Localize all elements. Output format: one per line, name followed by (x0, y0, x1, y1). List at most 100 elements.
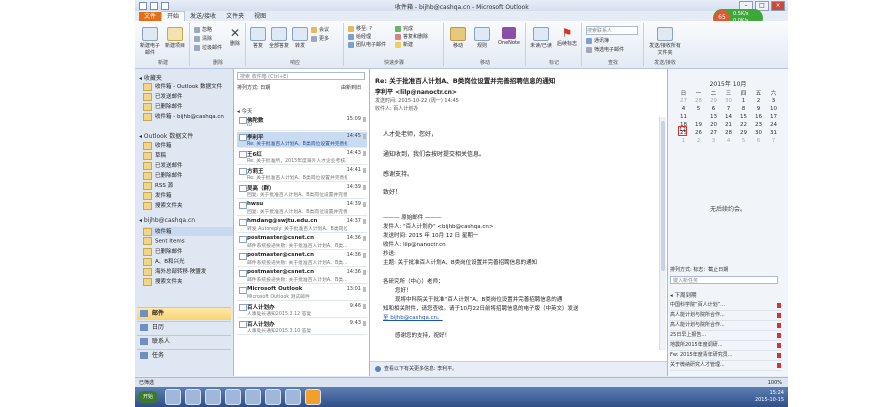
tab-view[interactable]: 视图 (249, 12, 271, 21)
reading-scrollbar[interactable] (659, 117, 666, 350)
flag-icon[interactable] (363, 236, 366, 241)
flag-icon[interactable] (777, 343, 781, 348)
task-item[interactable]: 地震所2015年度调研... (670, 341, 782, 351)
calendar-day[interactable]: 12 (678, 126, 687, 136)
quote-body-link[interactable]: 至 bijhb@cashqa.cn。 (383, 313, 443, 321)
nav-contacts[interactable]: 联系人 (137, 335, 231, 348)
quick-step-reply-delete[interactable]: 答复和删除 (395, 33, 428, 40)
move-button[interactable]: 移动 (447, 27, 469, 49)
folder-item[interactable]: 草稿 (143, 151, 166, 160)
message-row[interactable]: 百人计划办 人事处长通知2015.3.10 答复 9:43 (237, 319, 367, 335)
folder-item[interactable]: 搜索文件夹 (143, 277, 183, 286)
quick-step-move[interactable]: 移至: ? (348, 25, 372, 32)
folder-item[interactable]: 已发送邮件 (143, 92, 183, 101)
scroll-thumb[interactable] (661, 121, 665, 271)
folder-item[interactable]: 搜索文件夹 (143, 201, 183, 210)
nav-calendar[interactable]: 日历 (137, 321, 231, 334)
flag-icon[interactable] (363, 185, 366, 190)
calendar-day[interactable]: 11 (676, 113, 691, 121)
nav-tasks[interactable]: 任务 (137, 349, 231, 362)
ie-icon[interactable] (165, 389, 181, 405)
calendar-day[interactable]: 7 (721, 105, 736, 113)
follow-up-button[interactable]: ⚑ 后续标志 (555, 27, 579, 47)
calendar-day[interactable]: 6 (751, 137, 766, 145)
folder-item[interactable]: 已删除邮件 (143, 102, 183, 111)
clean-up-button[interactable]: 清除 (194, 35, 212, 42)
calendar-day[interactable]: 4 (721, 137, 736, 145)
search-input[interactable]: 搜索 收件箱 (Ctrl+E) (237, 72, 365, 80)
folder-item[interactable]: Sent Items (143, 237, 185, 245)
flag-icon[interactable] (363, 151, 366, 156)
quick-step-team[interactable]: 团队电子邮件 (348, 41, 386, 48)
sort-header[interactable]: 排列方式: 日期 由新到旧 (237, 84, 365, 91)
calendar-day[interactable]: 5 (736, 137, 751, 145)
task-item[interactable]: 25日早上报告... (670, 331, 782, 341)
folder-item[interactable]: 收件箱 - Outlook 数据文件 (143, 82, 222, 91)
people-pane[interactable]: 查看以下有关更多信息: 李利平。 (370, 361, 667, 376)
flag-icon[interactable] (777, 303, 781, 308)
pst-header[interactable]: ◂ Outlook 数据文件 (139, 131, 193, 140)
recipient[interactable]: 百人计划办 (393, 106, 418, 112)
calendar-day[interactable]: 10 (766, 105, 781, 113)
calendar-day[interactable]: 27 (676, 97, 691, 105)
explorer-icon[interactable] (185, 389, 201, 405)
calendar-day[interactable]: 22 (736, 121, 751, 129)
search-people-input[interactable]: 搜索联系人 (586, 26, 638, 35)
message-row[interactable]: hwsu 回复: 关于批准百人计划A、B类岗位设置并完善... 14:39 (237, 200, 367, 216)
calendar-day[interactable]: 8 (736, 105, 751, 113)
date-navigator[interactable]: 日一二三四五六 27 28 29 30 1 2 3 4 5 6 7 8 9 10 11 12 13 14 15 16 1… (676, 89, 781, 145)
task-item[interactable]: Fw: 2015年度青年研究员... (670, 351, 782, 361)
folder-item-selected[interactable]: 收件箱 (143, 227, 233, 236)
calendar-day[interactable]: 2 (751, 97, 766, 105)
flag-icon[interactable] (363, 168, 366, 173)
flag-icon[interactable] (777, 323, 781, 328)
task-item[interactable]: 高人能计划与院所合作... (670, 311, 782, 321)
word-icon[interactable] (285, 389, 301, 405)
task-item[interactable]: 中国科学院“百人计划”... (670, 301, 782, 311)
outlook-icon[interactable] (305, 389, 321, 405)
app-icon[interactable] (245, 389, 261, 405)
close-button[interactable]: × (771, 1, 785, 11)
calendar-day[interactable]: 28 (691, 97, 706, 105)
folder-item[interactable]: 发件箱 (143, 191, 172, 200)
app-icon[interactable] (205, 389, 221, 405)
flag-icon[interactable] (363, 321, 366, 326)
meeting-button[interactable]: 会议 (311, 26, 329, 33)
calendar-day[interactable]: 24 (766, 121, 781, 129)
sort-order[interactable]: 由新到旧 (341, 84, 361, 91)
folder-item[interactable]: 已发送邮件 (143, 161, 183, 170)
calendar-day[interactable]: 14 (721, 113, 736, 121)
calendar-day[interactable]: 21 (721, 121, 736, 129)
calendar-day[interactable]: 15 (736, 113, 751, 121)
calendar-day[interactable]: 9 (751, 105, 766, 113)
clock[interactable]: 15:24 2015-10-15 (755, 390, 784, 404)
quick-step-new[interactable]: 新建 (395, 41, 413, 48)
app-icon[interactable] (265, 389, 281, 405)
rules-button[interactable]: 规则 (471, 27, 493, 49)
save-icon[interactable] (139, 2, 147, 10)
calendar-day[interactable]: 29 (736, 129, 751, 137)
calendar-day[interactable]: 1 (676, 137, 691, 145)
ignore-button[interactable]: 忽略 (194, 26, 212, 33)
task-item[interactable]: 关于微纳研究人才管理... (670, 361, 782, 371)
message-sender[interactable]: 李利平 <lilp@nanoctr.cn> (375, 87, 457, 96)
folder-item[interactable]: 海外总部转移·陕盟发 (143, 267, 206, 276)
folder-item[interactable]: RSS 源 (143, 181, 173, 190)
message-row[interactable]: postmaster@csnet.cn 邮件系统投递失败: 关于批准百人计划A、B… (237, 234, 367, 250)
calendar-day[interactable]: 2 (691, 137, 706, 145)
folder-item[interactable]: A、B和兴光 (143, 257, 185, 266)
flag-icon[interactable] (363, 287, 366, 292)
group-header-today[interactable]: ◂ 今天 (237, 107, 253, 115)
message-row[interactable]: hmdang@swjtu.edu.cn 转发 Autoreply: 关于批准百人计… (237, 217, 367, 233)
calendar-day[interactable]: 26 (691, 129, 706, 137)
message-row[interactable]: postmaster@csnet.cn 邮件系统投递失败: 关于批准百人计划A、B… (237, 251, 367, 267)
flag-icon[interactable] (363, 117, 366, 122)
message-row[interactable]: 王6红 Re: 关于批准所，2015年度海外人才企业考核... 14:43 (237, 149, 367, 165)
flag-icon[interactable] (363, 304, 366, 309)
message-row[interactable]: 李利平Re: 关于批准百人计划A、B类岗位设置并完善招聘...14:45 (237, 132, 367, 148)
calendar-day[interactable]: 17 (766, 113, 781, 121)
calendar-day[interactable]: 1 (736, 97, 751, 105)
calendar-day[interactable]: 29 (706, 97, 721, 105)
calendar-day[interactable]: 5 (691, 105, 706, 113)
address-book-button[interactable]: 通讯簿 (586, 37, 609, 44)
